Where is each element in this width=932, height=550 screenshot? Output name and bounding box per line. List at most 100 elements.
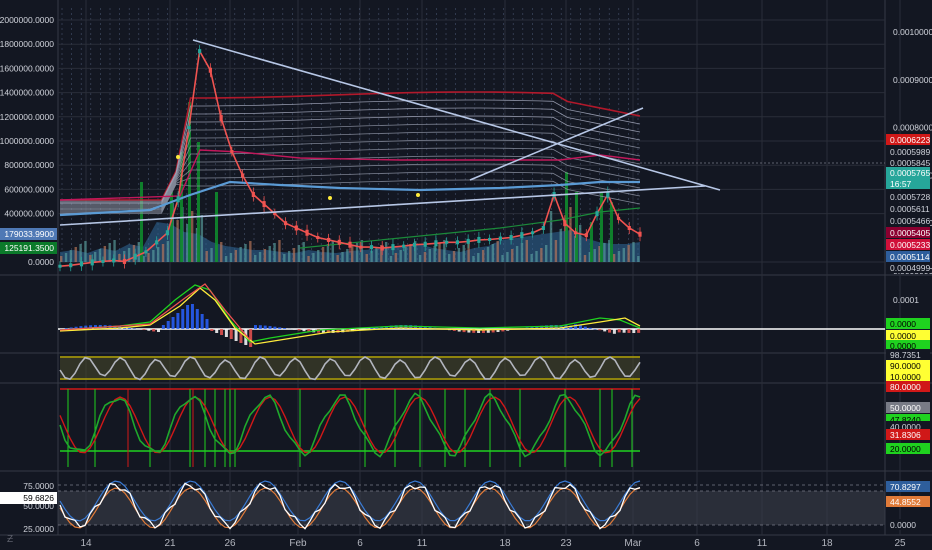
- candle-body: [187, 126, 191, 130]
- macd-histogram-bar: [637, 329, 641, 333]
- volume-bar: [176, 220, 179, 262]
- candle-body: [595, 211, 599, 217]
- volume-bar: [438, 243, 441, 262]
- volume-bar: [375, 248, 378, 262]
- stoch-value-label-text: 31.8306: [890, 430, 921, 440]
- rsi-value-label-text: 44.8552: [890, 497, 921, 507]
- volume-bar: [336, 255, 339, 262]
- volume-bar: [346, 249, 349, 262]
- signal-dot: [416, 193, 420, 197]
- stoch-rsi-pane[interactable]: [59, 356, 641, 381]
- volume-bar: [258, 252, 262, 262]
- volume-bar: [84, 241, 87, 262]
- volume-bar: [511, 249, 514, 262]
- time-tick-label: 23: [560, 538, 572, 549]
- stoch-value-label-text: 80.0000: [890, 382, 921, 392]
- volume-bar: [302, 242, 305, 262]
- macd-histogram-bar: [171, 317, 175, 329]
- candle-body: [498, 236, 502, 241]
- volume-bar: [283, 254, 286, 262]
- volume-bar: [161, 244, 165, 262]
- macd-histogram-bar: [578, 325, 582, 329]
- candle-body: [294, 225, 298, 231]
- volume-bar: [249, 241, 252, 262]
- candle-body: [563, 220, 567, 227]
- candle-body: [219, 115, 223, 122]
- chart-canvas[interactable]: 2000000.0000 1800000.0000 1600000.0000 1400…: [0, 0, 932, 550]
- volume-bar: [462, 245, 465, 262]
- candle-body: [402, 244, 406, 248]
- left-axis-badge-text: 179033.9900: [4, 229, 54, 239]
- left-axis-tick-label: 600000.0000: [4, 184, 54, 194]
- volume-bar: [205, 251, 208, 262]
- volume-bar: [234, 250, 237, 262]
- volume-bar: [152, 250, 155, 262]
- volume-bar: [520, 243, 524, 262]
- macd-histogram-bar: [234, 329, 238, 341]
- volume-spike-bar: [140, 182, 143, 262]
- volume-bar: [93, 252, 97, 262]
- volume-bar: [108, 243, 111, 262]
- candle-body: [305, 229, 309, 236]
- left-axis-tick-label: 1400000.0000: [0, 88, 54, 98]
- volume-bar: [384, 242, 388, 262]
- tradingview-logo-icon[interactable]: Ƶ: [2, 532, 18, 548]
- left-axis-tick-label: 2000000.0000: [0, 15, 54, 25]
- candle-body: [58, 264, 62, 268]
- macd-histogram-bar: [142, 329, 146, 331]
- volume-bar: [404, 247, 407, 262]
- volume-bar: [60, 256, 63, 262]
- macd-histogram-bar: [166, 321, 170, 329]
- volume-bar: [612, 254, 616, 262]
- candle-body: [434, 240, 438, 247]
- volume-bar: [341, 252, 344, 262]
- macd-histogram-bar: [583, 326, 587, 329]
- time-tick-label: 6: [694, 538, 700, 549]
- macd-histogram-bar: [588, 327, 592, 329]
- rsi-left-badge-text: 59.6826: [23, 493, 54, 503]
- right-axis-price-label-text: 0.0005233: [890, 240, 930, 250]
- time-tick-label: 6: [357, 538, 363, 549]
- candle-body: [69, 263, 73, 268]
- volume-spike-bar: [575, 192, 578, 262]
- candle-body: [240, 173, 245, 178]
- candle-body: [251, 192, 255, 198]
- candle-body: [423, 241, 427, 247]
- volume-bar: [549, 211, 553, 262]
- left-axis-tick-label: 1200000.0000: [0, 112, 54, 122]
- volume-bar: [147, 253, 150, 262]
- macd-value-label-text: 0.0000: [890, 331, 916, 341]
- right-axis-tick-label: 0.0010000: [893, 27, 932, 37]
- candle-body: [520, 232, 524, 239]
- volume-bar: [326, 244, 330, 262]
- volume-bar: [351, 246, 354, 262]
- candle-body: [230, 150, 234, 153]
- time-tick-label: 11: [757, 538, 768, 549]
- volume-bar: [486, 247, 490, 262]
- volume-bar: [545, 245, 548, 262]
- candle-body: [337, 239, 341, 245]
- macd-histogram-bar: [200, 314, 204, 329]
- macd-histogram-bar: [278, 327, 282, 329]
- volume-bar: [399, 250, 402, 262]
- volume-bar: [535, 251, 538, 262]
- volume-bar: [190, 211, 194, 262]
- time-tick-label: 26: [224, 538, 236, 549]
- candle-body: [155, 240, 159, 245]
- volume-bar: [268, 246, 271, 262]
- macd-histogram-bar: [147, 329, 151, 331]
- volume-bar: [365, 254, 368, 262]
- macd-histogram-bar: [263, 325, 267, 329]
- volume-bar: [501, 255, 504, 262]
- macd-histogram-bar: [302, 329, 306, 332]
- candle-body: [638, 231, 642, 237]
- volume-bar: [312, 253, 315, 262]
- macd-histogram-bar: [254, 325, 257, 329]
- macd-histogram-bar: [632, 329, 636, 333]
- candle-body: [144, 250, 148, 254]
- macd-histogram-bar: [292, 329, 296, 330]
- macd-histogram-bar: [176, 313, 180, 329]
- volume-bar: [428, 249, 431, 262]
- time-tick-label: 14: [80, 538, 92, 549]
- macd-histogram-bar: [617, 329, 621, 333]
